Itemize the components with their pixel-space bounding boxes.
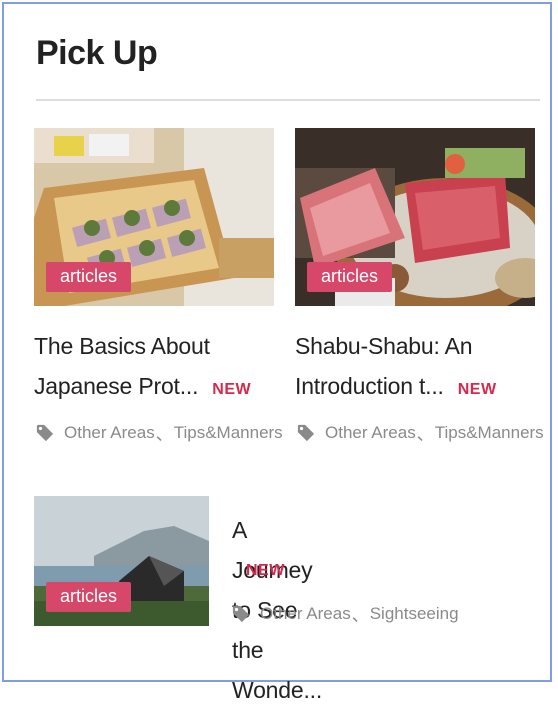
- article-thumbnail[interactable]: articles: [34, 496, 209, 626]
- category-badge[interactable]: articles: [307, 262, 393, 292]
- tag-link[interactable]: Other Areas: [64, 423, 155, 443]
- tag-separator: 、: [155, 425, 173, 444]
- article-title-line1: The Basics About: [34, 333, 210, 359]
- tag-link[interactable]: Other Areas: [325, 423, 416, 443]
- article-title-line1: Shabu-Shabu: An: [295, 333, 473, 359]
- new-label: NEW: [212, 381, 252, 398]
- section-divider: [36, 99, 540, 101]
- tag-icon: [36, 424, 54, 441]
- tag-link[interactable]: Sightseeing: [370, 604, 459, 624]
- article-title-line2: Japanese Prot...: [34, 373, 199, 399]
- tag-link[interactable]: Tips&Manners: [174, 423, 283, 443]
- article-thumbnail[interactable]: articles: [34, 128, 274, 306]
- section-title: Pick Up: [36, 34, 158, 72]
- category-badge[interactable]: articles: [46, 262, 132, 292]
- article-title[interactable]: Shabu-Shabu: An Introduction t... NEW: [295, 326, 545, 410]
- category-badge[interactable]: articles: [46, 582, 132, 612]
- article-thumbnail[interactable]: articles: [295, 128, 535, 306]
- article-tags: Other Areas、 Sightseeing: [232, 601, 459, 626]
- pickup-panel: Pick Up articles The Basics About Japane…: [2, 2, 552, 703]
- article-tags: Other Areas、 Tips&Manners: [297, 420, 544, 445]
- tag-icon: [297, 424, 315, 441]
- new-label: NEW: [246, 562, 285, 579]
- tag-separator: 、: [416, 425, 434, 444]
- article-title-line2: Introduction t...: [295, 373, 444, 399]
- tag-link[interactable]: Other Areas: [260, 604, 351, 624]
- new-label: NEW: [457, 381, 497, 398]
- article-title[interactable]: The Basics About Japanese Prot... NEW: [34, 326, 284, 410]
- article-tags: Other Areas、 Tips&Manners: [36, 420, 283, 445]
- tag-separator: 、: [351, 606, 369, 625]
- tag-icon: [232, 605, 250, 622]
- tag-link[interactable]: Tips&Manners: [435, 423, 544, 443]
